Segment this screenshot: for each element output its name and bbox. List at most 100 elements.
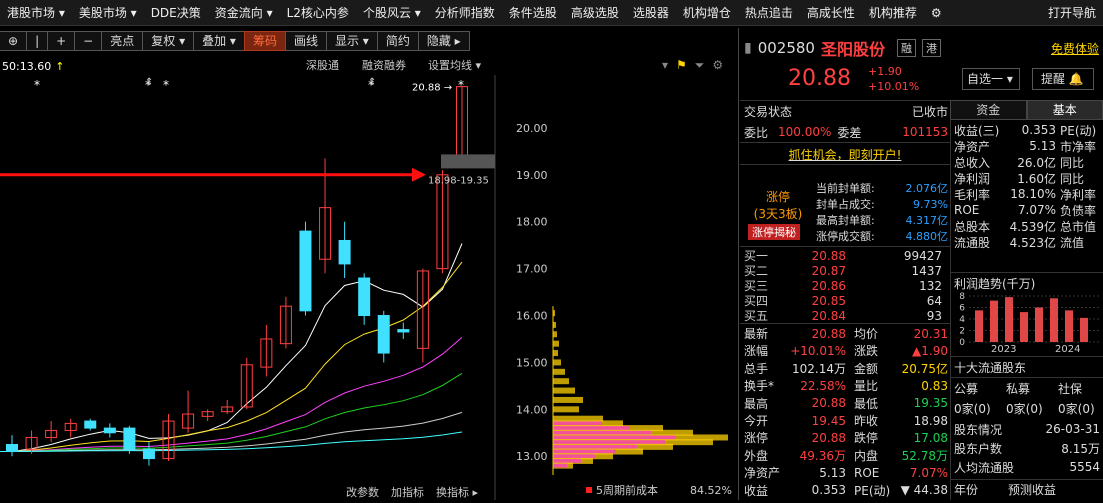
menu-item[interactable]: 选股器 xyxy=(626,4,676,21)
stat-value: 22.58% xyxy=(790,379,846,393)
profit-bar xyxy=(1050,298,1058,342)
event-star-icon[interactable]: * xyxy=(458,78,464,92)
stat-label: 均价 xyxy=(854,325,900,342)
fund-label2: 同比 xyxy=(1060,170,1084,187)
tab-fund[interactable]: 资金 xyxy=(950,100,1027,120)
candle-body[interactable] xyxy=(378,316,389,354)
top-menubar: 港股市场 ▾美股市场 ▾DDE决策资金流向 ▾L2核心内参个股风云 ▾分析师指数… xyxy=(0,0,1103,26)
menu-item[interactable]: ⚙ xyxy=(924,6,949,20)
fund-label: 净资产 xyxy=(954,138,1008,155)
event-marker-icon[interactable]: ↕ xyxy=(368,77,376,88)
event-star-icon[interactable]: * xyxy=(34,78,40,92)
indicator-button[interactable]: 加指标 xyxy=(391,485,424,499)
candle-body[interactable] xyxy=(85,421,96,428)
menu-item[interactable]: 机构推荐 xyxy=(862,4,924,21)
toolbar-button[interactable]: 简约 xyxy=(377,31,419,51)
filter-icon[interactable]: ⏷ xyxy=(695,58,705,74)
promo-text[interactable]: 抓住机会，即刻开户! xyxy=(789,146,902,163)
menu-item[interactable]: 美股市场 ▾ xyxy=(72,4,144,21)
limit-info-value: 4.317亿 xyxy=(906,212,949,228)
menu-item[interactable]: 机构增仓 xyxy=(676,4,738,21)
fund-row: 净利润1.60亿同比 xyxy=(954,170,1103,186)
toolbar-button[interactable]: 显示 ▾ xyxy=(326,31,378,51)
menu-item[interactable]: L2核心内参 xyxy=(280,4,356,21)
indicator-button[interactable]: 换指标 ▸ xyxy=(436,485,478,499)
toolbar-button[interactable]: 复权 ▾ xyxy=(142,31,194,51)
menu-item[interactable]: 港股市场 ▾ xyxy=(0,4,72,21)
toolbar-button[interactable]: 筹码 xyxy=(244,31,286,51)
stat-value: 20.88 xyxy=(790,431,846,445)
kline-chart[interactable]: 20.0019.0018.0017.0016.0015.0014.0013.00… xyxy=(0,75,738,500)
profit-title: 利润趋势(千万) xyxy=(954,275,1035,292)
stat-label: 净资产 xyxy=(744,464,790,481)
candle-body[interactable] xyxy=(7,445,18,452)
link-sgt[interactable]: 深股通 xyxy=(306,57,339,73)
tab-basic[interactable]: 基本 xyxy=(1027,100,1103,120)
candle-body[interactable] xyxy=(104,428,115,433)
toolbar-button[interactable]: | xyxy=(26,31,48,51)
bid-row: 买二20.871437 xyxy=(740,263,945,278)
watchlist-select[interactable]: 自选一 ▾ xyxy=(962,68,1020,90)
stat-value: 52.78万 xyxy=(902,447,948,464)
toolbar-button[interactable]: 叠加 ▾ xyxy=(193,31,245,51)
menu-item[interactable]: 分析师指数 xyxy=(428,4,502,21)
fund-row: 收益(三)0.353PE(动) xyxy=(954,122,1103,138)
wb-value: 100.00% xyxy=(778,125,831,139)
holder-info-value: 26-03-31 xyxy=(1046,422,1100,436)
menu-item[interactable]: 个股风云 ▾ xyxy=(356,4,428,21)
stat-label: 总手 xyxy=(744,360,790,377)
candle-body[interactable] xyxy=(359,278,370,316)
candle-body[interactable] xyxy=(124,428,135,449)
chart-toolbar: ⊕|+−亮点复权 ▾叠加 ▾筹码画线显示 ▾简约隐藏 ▸ xyxy=(0,30,738,52)
chip-bar-recent xyxy=(553,445,637,449)
toolbar-button[interactable]: ⊕ xyxy=(0,31,27,51)
menu-item[interactable]: 热点追击 xyxy=(738,4,800,21)
fund-row: 流通股4.523亿流值 xyxy=(954,234,1103,250)
stat-value: +10.01% xyxy=(790,344,846,358)
profit-ytick: 8 xyxy=(959,292,965,302)
event-star-icon[interactable]: * xyxy=(163,78,169,92)
chip-bar xyxy=(553,341,559,347)
alert-button[interactable]: 提醒 🔔 xyxy=(1032,68,1094,90)
fund-label: 收益(三) xyxy=(954,122,1008,139)
link-ma-settings[interactable]: 设置均线 ▾ xyxy=(428,57,481,73)
menu-item[interactable]: 高成长性 xyxy=(800,4,862,21)
stat-value: 20.75亿 xyxy=(902,360,948,377)
toolbar-button[interactable]: 画线 xyxy=(285,31,327,51)
menu-item[interactable]: 资金流向 ▾ xyxy=(208,4,280,21)
promo-link[interactable]: 抓住机会，即刻开户! xyxy=(740,145,950,163)
menu-item[interactable]: 打开导航 xyxy=(1041,4,1103,21)
toolbar-button[interactable]: − xyxy=(74,31,102,51)
profit-bar xyxy=(1065,310,1073,342)
gear-icon[interactable]: ⚙ xyxy=(712,58,723,74)
toolbar-button[interactable]: + xyxy=(47,31,75,51)
link-margin[interactable]: 融资融券 xyxy=(362,57,406,73)
fund-value: 18.10% xyxy=(1008,187,1056,201)
fund-row: 总股本4.539亿总市值 xyxy=(954,218,1103,234)
indicator-button[interactable]: 改参数 xyxy=(346,485,379,499)
limit-info-label: 当前封单额: xyxy=(816,180,875,196)
menu-icon[interactable]: ▮ xyxy=(744,40,752,56)
event-marker-icon[interactable]: ↕ xyxy=(145,77,153,88)
wc-value: 101153 xyxy=(902,125,948,139)
chart-svg[interactable]: 20.0019.0018.0017.0016.0015.0014.0013.00… xyxy=(0,75,738,500)
menu-item[interactable]: 条件选股 xyxy=(502,4,564,21)
candle-body[interactable] xyxy=(398,330,409,332)
menu-item[interactable]: DDE决策 xyxy=(144,4,208,21)
free-trial-link[interactable]: 免费体验 xyxy=(1051,40,1099,57)
flag-icon[interactable]: ⚑ xyxy=(676,58,687,74)
stat-row: 外盘49.36万内盘52.78万 xyxy=(744,447,948,464)
candle-body[interactable] xyxy=(300,231,311,311)
candle-body[interactable] xyxy=(339,240,350,263)
holder-info-label: 股东户数 xyxy=(954,440,1002,457)
arrow-icon[interactable]: ▾ xyxy=(662,58,668,74)
menu-item[interactable]: 高级选股 xyxy=(564,4,626,21)
candle-body[interactable] xyxy=(143,449,154,458)
stat-value: 19.45 xyxy=(790,414,846,428)
toolbar-button[interactable]: 亮点 xyxy=(101,31,143,51)
limit-up-reveal-button[interactable]: 涨停揭秘 xyxy=(748,224,800,240)
chip-bar xyxy=(553,406,579,412)
chip-bar xyxy=(553,359,561,365)
toolbar-button[interactable]: 隐藏 ▸ xyxy=(418,31,470,51)
fund-label: 总收入 xyxy=(954,154,1008,171)
